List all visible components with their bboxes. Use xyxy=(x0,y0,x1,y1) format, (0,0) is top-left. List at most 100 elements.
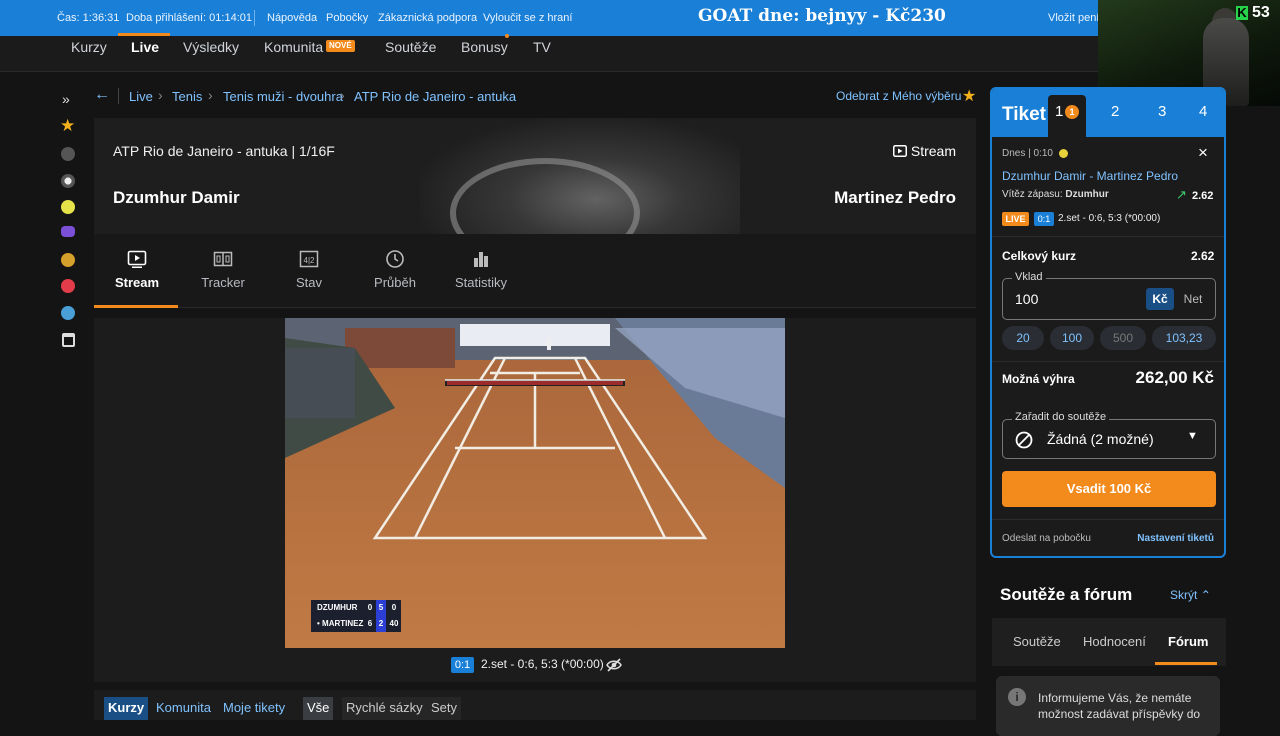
ticket-settings-link[interactable]: Nastavení tiketů xyxy=(1137,533,1214,544)
scorebug-sets: 0 xyxy=(367,603,373,612)
back-arrow-icon[interactable]: ← xyxy=(94,86,110,104)
forum-tab-forum[interactable]: Fórum xyxy=(1168,634,1208,649)
stake-input[interactable]: 100 xyxy=(1015,291,1038,307)
close-icon[interactable]: × xyxy=(1198,143,1208,163)
live-badge: LIVE xyxy=(1002,212,1029,226)
bottom-tab-komunita[interactable]: Komunita xyxy=(152,697,215,720)
ticket-match-link[interactable]: Dzumhur Damir - Martinez Pedro xyxy=(1002,169,1178,183)
forum-tab-hodnoceni[interactable]: Hodnocení xyxy=(1083,634,1146,649)
ticket-tab-1[interactable]: 1 xyxy=(1055,103,1063,120)
tab-tracker[interactable]: Tracker xyxy=(180,234,266,308)
nav-kurzy[interactable]: Kurzy xyxy=(71,39,107,55)
tab-stream[interactable]: Stream xyxy=(94,234,180,308)
place-bet-button[interactable]: Vsadit 100 Kč xyxy=(1002,471,1216,507)
forum-tab-underline xyxy=(1155,662,1217,665)
ticket-title: Tiket xyxy=(1002,104,1047,125)
quick-stake-100[interactable]: 100 xyxy=(1050,326,1094,350)
forum-section-title: Soutěže a fórum xyxy=(1000,585,1133,604)
currency-kc-toggle[interactable]: Kč xyxy=(1146,288,1174,310)
send-to-branch-link[interactable]: Odeslat na pobočku xyxy=(1002,533,1091,544)
stake-label: Vklad xyxy=(1012,271,1046,283)
filter-sety[interactable]: Sety xyxy=(427,697,462,720)
breadcrumb-live[interactable]: Live xyxy=(129,89,153,104)
tab-label: Statistiky xyxy=(454,275,507,290)
quick-stake-500[interactable]: 500 xyxy=(1100,326,1146,350)
svg-text:4|2: 4|2 xyxy=(304,256,316,265)
expand-icon[interactable]: » xyxy=(62,91,70,107)
info-icon: i xyxy=(1008,688,1026,706)
chevron-right-icon: › xyxy=(158,87,163,103)
filter-rychle-sazky[interactable]: Rychlé sázky xyxy=(342,697,427,720)
top-info-bar: Čas: 1:36:31 Doba přihlášení: 01:14:01 N… xyxy=(0,0,1280,36)
bet-ticket: Tiket 1 1 2 3 4 Dnes | 0:10 × Dzumhur Da… xyxy=(990,87,1226,558)
table-tennis-icon[interactable] xyxy=(61,279,75,293)
selection-odds: 2.62 xyxy=(1192,190,1214,202)
ticket-count-badge: 1 xyxy=(1065,105,1079,119)
exclude-link[interactable]: Vyloučit se z hraní xyxy=(483,12,572,24)
notification-dot xyxy=(505,34,509,38)
breadcrumb-tournament[interactable]: ATP Rio de Janeiro - antuka xyxy=(354,89,516,104)
basketball-icon[interactable] xyxy=(61,253,75,267)
tab-stav[interactable]: 4|2 Stav xyxy=(266,234,352,308)
ball-icon[interactable] xyxy=(61,147,75,161)
breadcrumb-tenis[interactable]: Tenis xyxy=(172,89,202,104)
stream-button[interactable]: Stream xyxy=(892,143,956,159)
match-header: ATP Rio de Janeiro - antuka | 1/16F Dzum… xyxy=(94,118,976,234)
scorebug-sets: 6 xyxy=(367,619,373,628)
forum-hide-label: Skrýt xyxy=(1170,588,1198,602)
scorebug-name: • MARTINEZ xyxy=(317,619,364,628)
esports-icon[interactable] xyxy=(61,226,75,237)
currency-net-toggle[interactable]: Net xyxy=(1178,288,1208,310)
total-odds-label: Celkový kurz xyxy=(1002,249,1077,263)
favorites-icon[interactable]: ★ xyxy=(60,116,75,136)
tab-statistiky[interactable]: Statistiky xyxy=(438,234,524,308)
match-tabs: Stream Tracker 4|2 Stav Průběh Statistik… xyxy=(94,234,976,308)
video-player[interactable] xyxy=(285,318,785,648)
bottom-tab-kurzy[interactable]: Kurzy xyxy=(104,697,149,720)
forum-tab-souteze[interactable]: Soutěže xyxy=(1013,634,1061,649)
nav-bonusy[interactable]: Bonusy xyxy=(461,39,508,55)
nav-tv[interactable]: TV xyxy=(533,39,551,55)
forum-hide-toggle[interactable]: Skrýt ⌃ xyxy=(1170,588,1211,602)
scorebug: DZUMHUR 0 5 0 • MARTINEZ 6 2 40 xyxy=(311,600,401,632)
possible-win-value: 262,00 Kč xyxy=(1135,368,1214,387)
deposit-link[interactable]: Vložit peníz xyxy=(1048,12,1105,24)
filter-vse[interactable]: Vše xyxy=(303,697,334,720)
support-link[interactable]: Zákaznická podpora xyxy=(378,12,477,24)
nav-vysledky[interactable]: Výsledky xyxy=(183,39,239,55)
football-icon[interactable] xyxy=(61,174,75,188)
quick-stake-20[interactable]: 20 xyxy=(1002,326,1044,350)
ticket-tab-3[interactable]: 3 xyxy=(1158,103,1166,120)
tennis-icon[interactable] xyxy=(61,200,75,214)
contest-select[interactable]: Žádná (2 možné) ▼ xyxy=(1002,419,1216,459)
quick-stake-max[interactable]: 103,23 xyxy=(1152,326,1216,350)
nav-komunita[interactable]: Komunita xyxy=(264,39,323,55)
bar-chart-icon xyxy=(474,252,488,267)
scorebug-row: • MARTINEZ 6 2 40 xyxy=(311,616,401,632)
set-score-badge: 0:1 xyxy=(451,657,474,673)
tab-active-underline xyxy=(94,305,178,308)
market-label: Vítěz zápasu: xyxy=(1002,189,1063,200)
breadcrumb-category[interactable]: Tenis muži - dvouhra xyxy=(223,89,343,104)
ticket-tab-4[interactable]: 4 xyxy=(1199,103,1207,120)
scorebug-name: DZUMHUR xyxy=(317,603,358,612)
odds-up-arrow-icon: ↗ xyxy=(1176,187,1187,202)
tab-prubeh[interactable]: Průběh xyxy=(352,234,438,308)
remove-favorite-link[interactable]: Odebrat z Mého výběru xyxy=(836,89,961,103)
tab-label: Stav xyxy=(295,275,322,290)
bottom-tab-moje-tikety[interactable]: Moje tikety xyxy=(219,697,289,720)
branches-link[interactable]: Pobočky xyxy=(326,12,368,24)
calendar-icon[interactable] xyxy=(62,333,75,347)
eye-off-icon[interactable] xyxy=(606,657,622,673)
nav-active-underline xyxy=(118,33,170,36)
help-link[interactable]: Nápověda xyxy=(267,12,317,24)
tennis-court-image xyxy=(285,318,785,648)
star-icon[interactable]: ★ xyxy=(962,86,976,106)
tournament-title: ATP Rio de Janeiro - antuka | 1/16F xyxy=(113,143,335,159)
nav-souteze[interactable]: Soutěže xyxy=(385,39,436,55)
nav-live[interactable]: Live xyxy=(131,39,159,55)
viewer-counter: 53 xyxy=(1252,4,1270,21)
volleyball-icon[interactable] xyxy=(61,306,75,320)
ticket-tab-2[interactable]: 2 xyxy=(1111,103,1119,120)
main-nav: Kurzy Live Výsledky Komunita Soutěže Bon… xyxy=(0,36,1098,72)
